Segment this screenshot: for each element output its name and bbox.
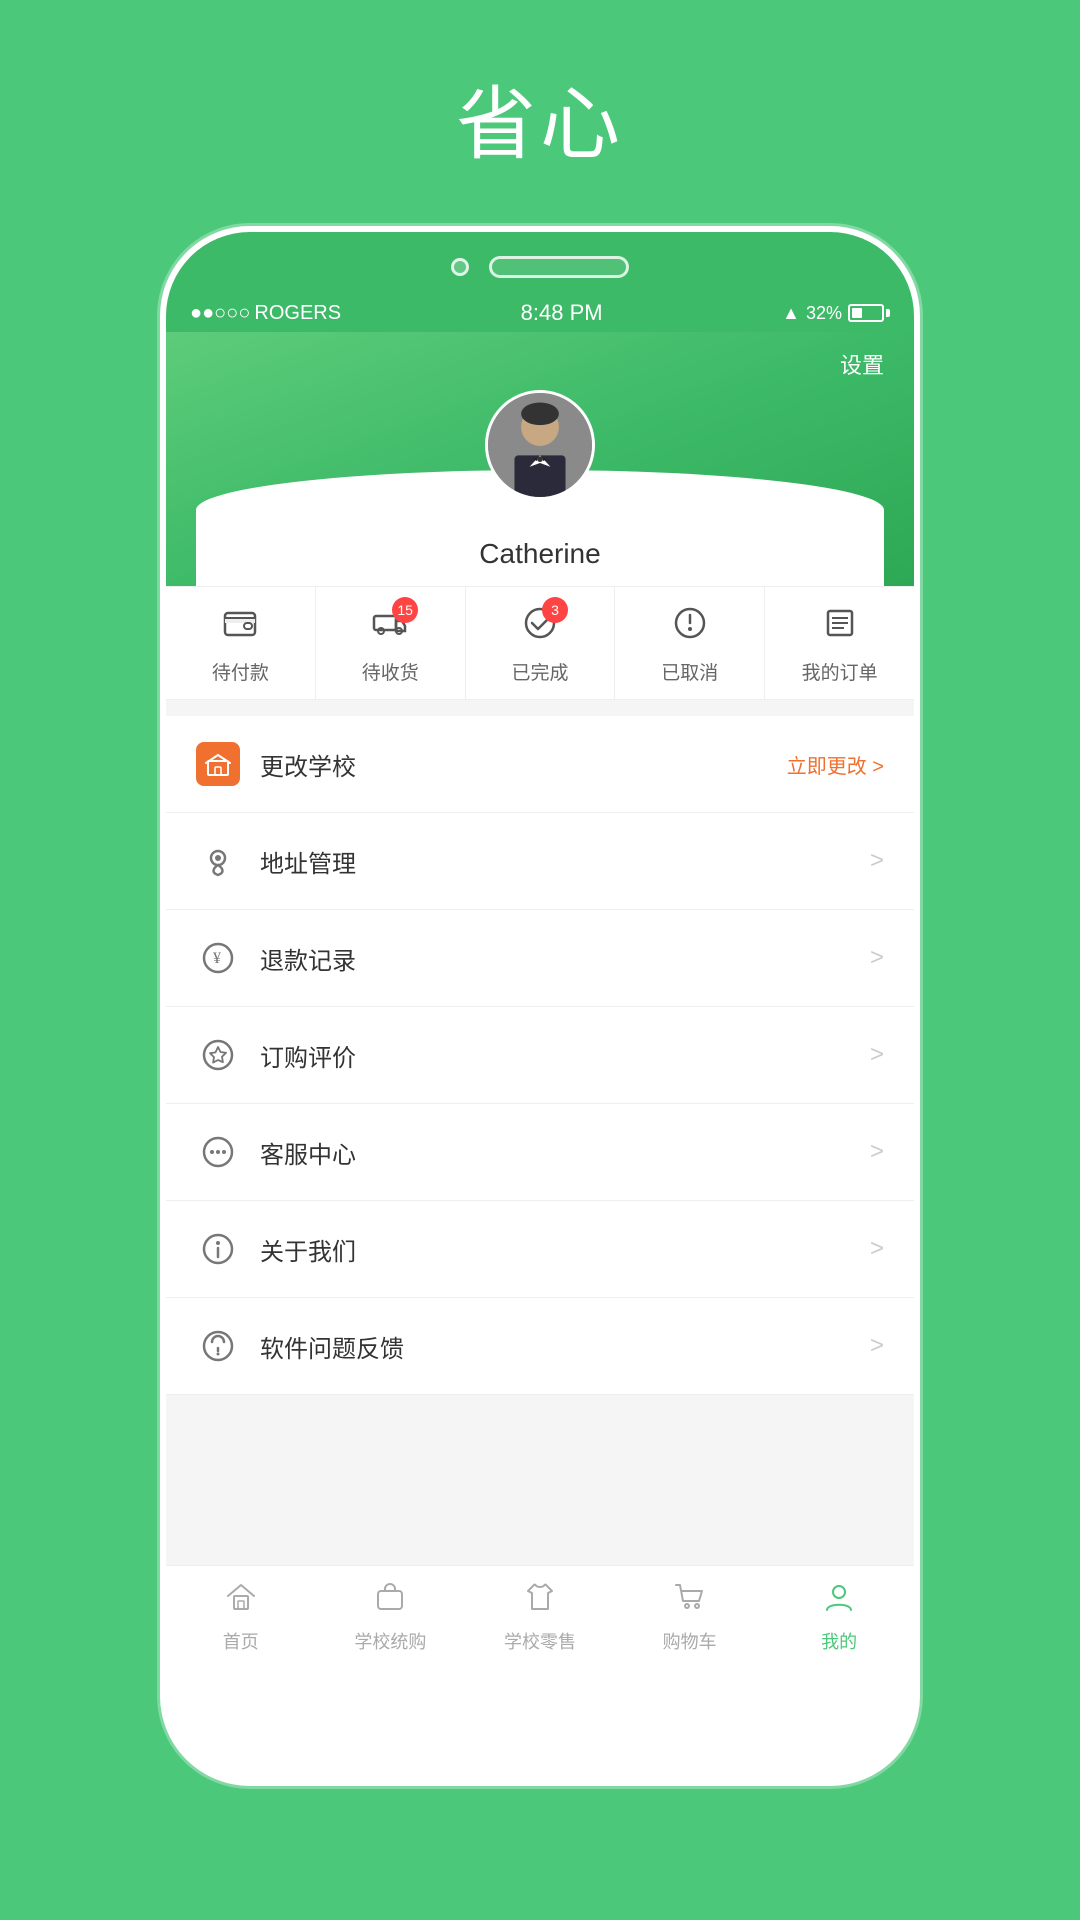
tab-completed[interactable]: 3 已完成	[466, 587, 616, 699]
tab-cancelled[interactable]: 已取消	[615, 587, 765, 699]
nav-item-school-retail[interactable]: 学校零售	[465, 1580, 615, 1654]
battery-tip	[886, 309, 890, 317]
power-button[interactable]	[916, 612, 920, 702]
refund-chevron: >	[870, 944, 884, 972]
menu-item-refund[interactable]: ¥ 退款记录 >	[166, 910, 914, 1007]
review-chevron: >	[870, 1041, 884, 1069]
menu-item-customer-service[interactable]: 客服中心 >	[166, 1104, 914, 1201]
customer-service-chevron: >	[870, 1138, 884, 1166]
wallet-icon	[222, 605, 258, 650]
truck-icon: 15	[372, 605, 408, 650]
tab-cancelled-label: 已取消	[661, 658, 718, 685]
review-label: 订购评价	[260, 1038, 870, 1073]
battery-percent: 32%	[806, 303, 842, 324]
nav-item-home[interactable]: 首页	[166, 1580, 316, 1654]
customer-service-label: 客服中心	[260, 1135, 870, 1170]
tab-pending-delivery-label: 待收货	[362, 658, 419, 685]
settings-button[interactable]: 设置	[196, 348, 884, 380]
status-right-icons: ▲ 32%	[782, 303, 890, 324]
pin-icon	[196, 839, 240, 883]
menu-item-feedback[interactable]: 软件问题反馈 >	[166, 1298, 914, 1395]
avatar[interactable]	[485, 390, 595, 500]
carrier-name: ROGERS	[254, 302, 341, 325]
volume-down-button[interactable]	[160, 652, 164, 712]
chat-icon	[196, 1130, 240, 1174]
menu-item-about[interactable]: 关于我们 >	[166, 1201, 914, 1298]
volume-up-button[interactable]	[160, 572, 164, 632]
location-icon: ▲	[782, 303, 800, 324]
tab-pending-delivery[interactable]: 15 待收货	[316, 587, 466, 699]
camera-icon	[451, 258, 469, 276]
about-chevron: >	[870, 1235, 884, 1263]
cart-icon	[673, 1580, 707, 1622]
tab-pending-payment[interactable]: 待付款	[166, 587, 316, 699]
menu-item-address[interactable]: 地址管理 >	[166, 813, 914, 910]
info-icon	[196, 1227, 240, 1271]
refund-label: 退款记录	[260, 941, 870, 976]
screen-content: 设置	[166, 332, 914, 1780]
menu-item-change-school[interactable]: 更改学校 立即更改 >	[166, 716, 914, 813]
nav-my-label: 我的	[821, 1628, 857, 1654]
nav-item-school-group[interactable]: 学校统购	[316, 1580, 466, 1654]
nav-item-my[interactable]: 我的	[764, 1580, 914, 1654]
settings-label: 设置	[840, 353, 884, 378]
phone-frame: ●●○○○ ROGERS 8:48 PM ▲ 32% 设置	[160, 226, 920, 1786]
nav-home-label: 首页	[223, 1628, 259, 1654]
nav-school-group-label: 学校统购	[354, 1628, 426, 1654]
signal-dots: ●●○○○	[190, 302, 250, 325]
battery-fill	[852, 308, 862, 318]
address-chevron: >	[870, 847, 884, 875]
speaker	[489, 256, 629, 278]
status-bar: ●●○○○ ROGERS 8:48 PM ▲ 32%	[166, 294, 914, 332]
status-time: 8:48 PM	[521, 300, 603, 326]
battery-body	[848, 304, 884, 322]
order-tabs: 待付款 15 待收货 3	[166, 586, 914, 700]
school-icon	[196, 742, 240, 786]
about-label: 关于我们	[260, 1232, 870, 1267]
username: Catherine	[196, 530, 884, 586]
app-title: 省心	[456, 60, 624, 176]
star-icon	[196, 1033, 240, 1077]
person-icon	[822, 1580, 856, 1622]
tab-my-orders-label: 我的订单	[802, 658, 878, 685]
menu-section: 更改学校 立即更改 > 地址管理 >	[166, 700, 914, 1565]
shirt-icon	[523, 1580, 557, 1622]
bottom-nav: 首页 学校统购 学校	[166, 1565, 914, 1664]
home-icon	[224, 1580, 258, 1622]
change-school-label: 更改学校	[260, 747, 787, 782]
tab-pending-delivery-badge: 15	[392, 597, 418, 623]
profile-header: 设置	[166, 332, 914, 586]
tab-completed-label: 已完成	[511, 658, 568, 685]
home-button-area	[166, 1664, 914, 1780]
tab-my-orders[interactable]: 我的订单	[765, 587, 914, 699]
svg-text:¥: ¥	[213, 950, 221, 967]
checkmark-icon: 3	[522, 605, 558, 650]
address-label: 地址管理	[260, 844, 870, 879]
battery-icon	[848, 304, 890, 322]
feedback-chevron: >	[870, 1332, 884, 1360]
bag-icon	[373, 1580, 407, 1622]
home-button[interactable]	[500, 1682, 580, 1762]
tab-completed-badge: 3	[542, 597, 568, 623]
phone-top-hardware	[166, 232, 914, 294]
app-title-area: 省心	[0, 0, 1080, 226]
nav-item-cart[interactable]: 购物车	[615, 1580, 765, 1654]
feedback-label: 软件问题反馈	[260, 1329, 870, 1364]
tab-pending-payment-label: 待付款	[212, 658, 269, 685]
status-carrier: ●●○○○ ROGERS	[190, 302, 341, 325]
feedback-icon	[196, 1324, 240, 1368]
menu-item-review[interactable]: 订购评价 >	[166, 1007, 914, 1104]
nav-cart-label: 购物车	[663, 1628, 717, 1654]
avatar-image	[488, 390, 592, 500]
yen-icon: ¥	[196, 936, 240, 980]
cancel-icon	[672, 605, 708, 650]
change-school-action: 立即更改 >	[787, 750, 884, 779]
list-icon	[822, 605, 858, 650]
nav-school-retail-label: 学校零售	[504, 1628, 576, 1654]
